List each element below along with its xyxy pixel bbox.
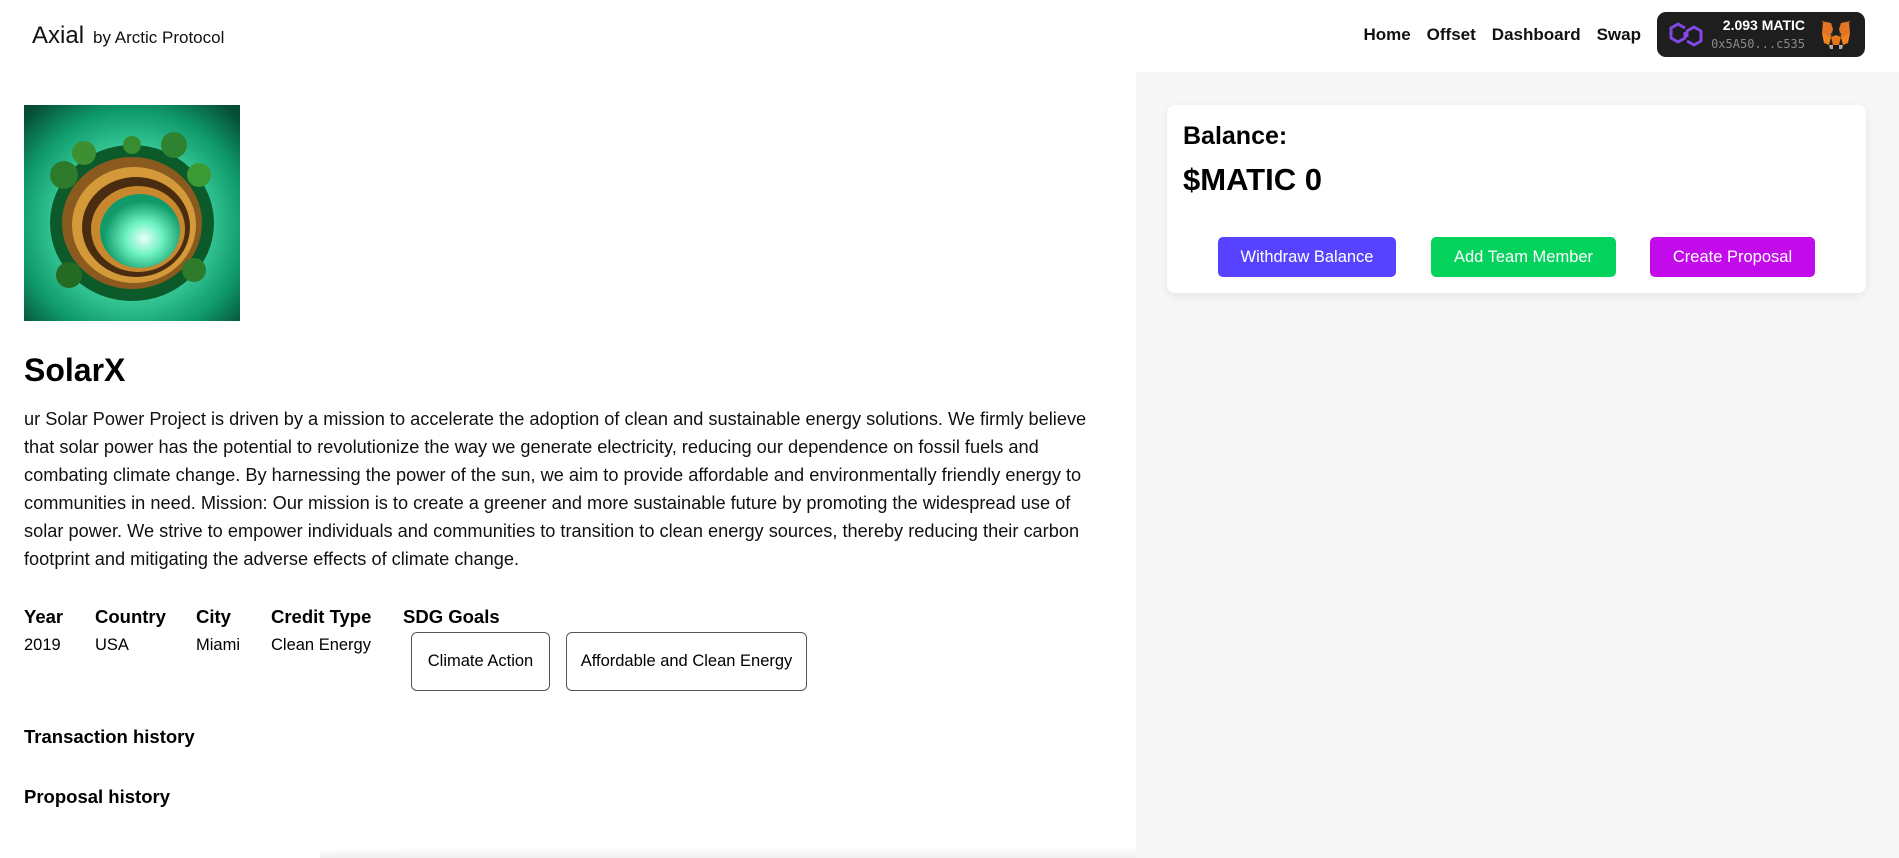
brand-logo[interactable]: Axial by Arctic Protocol: [32, 22, 224, 50]
meta-city-label: City: [196, 606, 231, 627]
transaction-history-heading: Transaction history: [24, 726, 195, 747]
balance-card: Balance: $MATIC 0 Withdraw Balance Add T…: [1167, 105, 1866, 293]
brand-byline: by Arctic Protocol: [93, 28, 225, 47]
wallet-balance: 2.093 MATIC: [1722, 17, 1805, 33]
nav-swap-link[interactable]: Swap: [1597, 25, 1641, 45]
meta-credit-type-label: Credit Type: [271, 606, 372, 627]
balance-value: $MATIC 0: [1183, 162, 1322, 197]
meta-year-label: Year: [24, 606, 64, 627]
metamask-fox-icon: [1821, 21, 1851, 49]
main-nav: Home Offset Dashboard Swap: [1363, 25, 1641, 45]
meta-city: City Miami: [196, 606, 240, 655]
nav-dashboard-link[interactable]: Dashboard: [1492, 25, 1581, 45]
meta-year-value: 2019: [24, 636, 61, 654]
sdg-chip-climate-action: Climate Action: [411, 632, 550, 691]
meta-year: Year 2019: [24, 606, 63, 655]
wallet-address: 0x5A50...c535: [1711, 37, 1805, 51]
balance-label: Balance:: [1183, 122, 1288, 150]
top-header: Axial by Arctic Protocol Home Offset Das…: [0, 0, 1899, 72]
meta-city-value: Miami: [196, 636, 240, 654]
wallet-button[interactable]: 2.093 MATIC 0x5A50...c535: [1657, 12, 1865, 57]
withdraw-balance-button[interactable]: Withdraw Balance: [1218, 237, 1396, 277]
add-team-member-button[interactable]: Add Team Member: [1431, 237, 1616, 277]
meta-credit-type: Credit Type Clean Energy: [271, 606, 371, 655]
create-proposal-button[interactable]: Create Proposal: [1650, 237, 1815, 277]
nav-home-link[interactable]: Home: [1363, 25, 1410, 45]
meta-country: Country USA: [95, 606, 166, 655]
project-description: ur Solar Power Project is driven by a mi…: [24, 409, 1087, 569]
project-title: SolarX: [24, 352, 126, 388]
meta-country-value: USA: [95, 636, 129, 654]
solar-planet-image: [24, 105, 240, 321]
meta-sdg-goals-label: SDG Goals: [403, 606, 500, 627]
brand-name: Axial: [32, 22, 85, 49]
polygon-icon: [1669, 22, 1703, 47]
sdg-chip-clean-energy: Affordable and Clean Energy: [566, 632, 807, 691]
meta-credit-type-value: Clean Energy: [271, 636, 371, 654]
nav-offset-link[interactable]: Offset: [1427, 25, 1476, 45]
meta-country-label: Country: [95, 606, 166, 627]
project-image: [24, 105, 240, 321]
meta-sdg-goals: SDG Goals: [403, 606, 500, 628]
proposal-history-heading: Proposal history: [24, 786, 170, 807]
